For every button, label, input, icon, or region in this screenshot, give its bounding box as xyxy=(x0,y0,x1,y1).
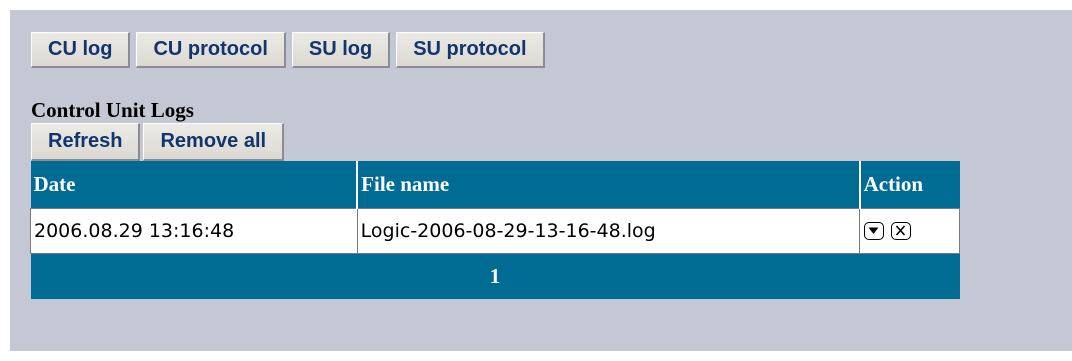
log-file-name: Logic-2006-08-29-13-16-48.log xyxy=(356,207,861,254)
table-row: 2006.08.29 13:16:48 Logic-2006-08-29-13-… xyxy=(30,207,960,254)
tab-su-protocol[interactable]: SU protocol xyxy=(396,32,545,68)
section-title: Control Unit Logs xyxy=(31,98,194,122)
log-table: Date File name Action 2006.08.29 13:16:4… xyxy=(30,161,960,299)
column-header-action: Action xyxy=(859,161,960,208)
download-icon[interactable] xyxy=(864,222,885,240)
table-header-row: Date File name Action xyxy=(30,161,960,208)
log-actions: Refresh Remove all xyxy=(31,123,1072,161)
refresh-button[interactable]: Refresh xyxy=(31,123,141,161)
tab-su-log[interactable]: SU log xyxy=(291,32,391,68)
column-header-file-name: File name xyxy=(357,161,861,208)
remove-all-button[interactable]: Remove all xyxy=(143,123,285,161)
log-tabs: CU log CU protocol SU log SU protocol xyxy=(31,32,1072,68)
column-header-date: Date xyxy=(30,161,359,208)
tab-cu-protocol[interactable]: CU protocol xyxy=(136,32,286,68)
log-actions-cell xyxy=(859,207,960,254)
delete-icon[interactable] xyxy=(891,222,912,240)
pager-row: 1 xyxy=(30,253,960,299)
tab-cu-log[interactable]: CU log xyxy=(31,32,131,68)
log-date: 2006.08.29 13:16:48 xyxy=(30,207,358,254)
page-number[interactable]: 1 xyxy=(30,253,960,299)
log-panel: CU log CU protocol SU log SU protocol Contr… xyxy=(10,10,1072,351)
